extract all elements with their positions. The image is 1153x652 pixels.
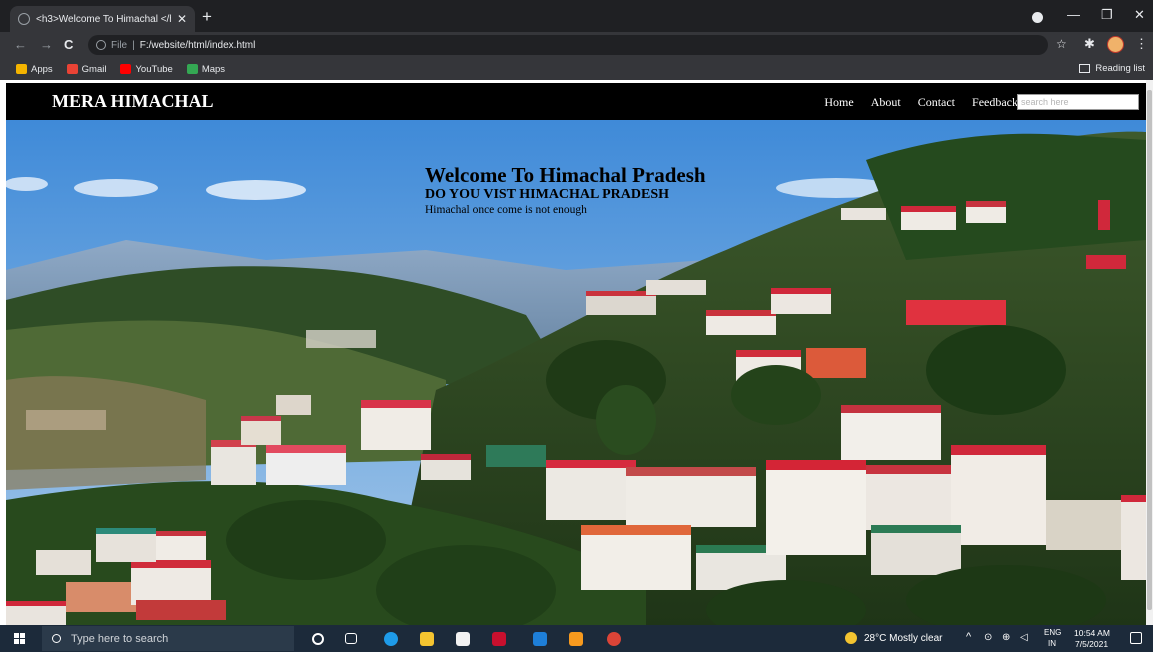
gmail-icon [66,64,78,74]
bookmark-maps[interactable]: Maps [186,63,226,75]
task-view-icon[interactable] [345,633,357,644]
page-favicon-icon [18,13,30,25]
url-separator: | [132,39,135,51]
reading-list-icon [1079,64,1091,73]
reading-list-label: Reading list [1095,63,1145,74]
site-search-input[interactable] [1017,94,1139,110]
mcafee-icon[interactable] [492,632,506,646]
taskbar-search-box[interactable]: Type here to search [42,626,294,651]
bookmark-label: Apps [31,63,53,75]
sublime-icon[interactable] [569,632,583,646]
site-brand[interactable]: MERA HIMACHAL [52,91,214,112]
youtube-icon [120,64,132,74]
edge-icon[interactable] [384,632,398,646]
windows-taskbar: Type here to search 28°C Mostly clear ^ … [0,625,1153,652]
region-indicator[interactable]: IN [1048,639,1056,648]
tab-title: <h3>Welcome To Himachal </h [36,13,171,25]
notification-center-icon[interactable] [1130,632,1142,644]
search-icon [52,634,61,643]
site-info-icon[interactable] [96,40,106,50]
scrollbar-thumb[interactable] [1147,90,1152,610]
clock-time[interactable]: 10:54 AM [1074,628,1110,638]
taskbar-search-placeholder: Type here to search [71,632,169,645]
volume-icon[interactable]: ◁ [1020,632,1028,643]
site-navbar: MERA HIMACHAL Home About Contact Feedbac… [6,83,1146,120]
language-indicator[interactable]: ENG [1044,628,1061,637]
bookmark-label: Maps [201,63,226,75]
restore-button[interactable]: ❐ [1101,7,1113,23]
clock-date[interactable]: 7/5/2021 [1075,639,1108,649]
bookmark-star-icon[interactable]: ☆ [1056,37,1067,51]
browser-toolbar: ← → C File | F:/website/html/index.html … [0,32,1153,58]
browser-titlebar: <h3>Welcome To Himachal </h ✕ + — ❐ ✕ [0,0,1153,32]
url-scheme: File [111,39,128,51]
url-text: F:/website/html/index.html [139,39,256,51]
reload-button[interactable]: C [64,37,73,52]
tab-close-icon[interactable]: ✕ [177,12,187,26]
weather-moon-icon[interactable] [845,632,857,644]
network-icon[interactable]: ⊙ [984,632,992,643]
cortana-icon[interactable] [312,633,324,645]
bookmark-label: Gmail [81,63,107,75]
browser-menu-icon[interactable]: ⋮ [1135,36,1148,52]
apps-grid-icon [16,64,27,74]
windows-logo-icon [20,633,25,638]
hero-text-block: Welcome To Himachal Pradesh DO YOU VIST … [425,163,706,217]
address-bar[interactable]: File | F:/website/html/index.html [88,35,1048,55]
browser-tab[interactable]: <h3>Welcome To Himachal </h ✕ [10,6,195,32]
hero-title: Welcome To Himachal Pradesh [425,163,706,187]
maps-icon [186,64,198,74]
nav-link-feedback[interactable]: Feedback [972,95,1018,110]
windows-logo-icon [20,639,25,644]
bookmark-apps[interactable]: Apps [16,64,53,75]
minimize-button[interactable]: — [1067,7,1080,22]
chrome-icon[interactable] [607,632,621,646]
reading-list-button[interactable]: Reading list [1079,63,1145,74]
hero-tagline: Himachal once come is not enough [425,204,587,216]
tray-chevron-icon[interactable]: ^ [966,631,971,643]
close-window-button[interactable]: ✕ [1134,7,1145,23]
page-viewport: MERA HIMACHAL Home About Contact Feedbac… [6,80,1146,625]
extensions-icon[interactable]: ✱ [1084,36,1095,52]
windows-logo-icon [14,633,19,638]
bookmark-label: YouTube [135,63,173,75]
weather-text[interactable]: 28°C Mostly clear [864,633,942,644]
hero-subtitle: DO YOU VIST HIMACHAL PRADESH [425,187,670,202]
bookmarks-bar: Apps Gmail YouTube Maps [0,58,1153,80]
new-tab-button[interactable]: + [202,7,212,27]
start-button[interactable] [14,633,25,644]
mail-icon[interactable] [533,632,547,646]
hero-banner: Welcome To Himachal Pradesh DO YOU VIST … [6,120,1146,625]
nav-link-about[interactable]: About [871,95,901,110]
profile-avatar[interactable] [1107,36,1124,53]
nav-link-home[interactable]: Home [824,95,853,110]
back-button[interactable]: ← [14,37,27,52]
nav-links: Home About Contact Feedback [807,95,1018,110]
nav-link-contact[interactable]: Contact [918,95,955,110]
bookmark-youtube[interactable]: YouTube [120,63,173,75]
globe-icon[interactable]: ⊕ [1002,632,1010,643]
profile-indicator-icon[interactable] [1032,12,1043,23]
forward-button[interactable]: → [40,37,53,52]
page-scrollbar[interactable] [1146,80,1153,625]
bookmark-gmail[interactable]: Gmail [66,63,107,75]
windows-logo-icon [14,639,19,644]
store-icon[interactable] [456,632,470,646]
file-explorer-icon[interactable] [420,632,434,646]
